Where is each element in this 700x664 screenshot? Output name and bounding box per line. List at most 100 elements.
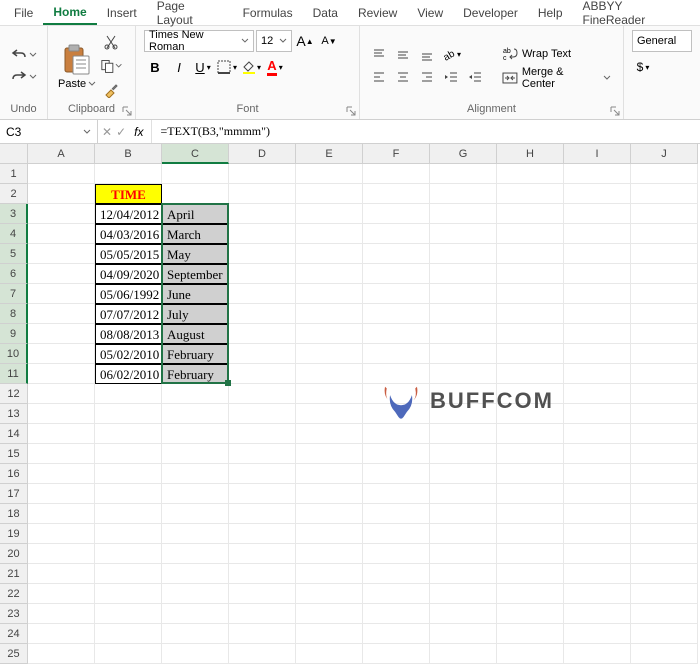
column-header[interactable]: J (631, 144, 698, 164)
cell[interactable] (296, 564, 363, 584)
row-header[interactable]: 3 (0, 204, 28, 224)
cell[interactable] (497, 364, 564, 384)
cell[interactable] (28, 284, 95, 304)
cell[interactable] (296, 164, 363, 184)
cell[interactable] (430, 364, 497, 384)
row-header[interactable]: 11 (0, 364, 28, 384)
cell[interactable] (229, 504, 296, 524)
cell[interactable] (162, 384, 229, 404)
cell[interactable] (564, 304, 631, 324)
bold-button[interactable]: B (144, 56, 166, 78)
cell[interactable] (229, 484, 296, 504)
cell[interactable] (229, 324, 296, 344)
name-box[interactable]: C3 (0, 120, 98, 143)
cell[interactable] (162, 424, 229, 444)
cell[interactable] (95, 464, 162, 484)
font-launcher[interactable] (345, 105, 357, 117)
cell[interactable] (296, 644, 363, 664)
cell[interactable] (296, 624, 363, 644)
cell[interactable] (363, 444, 430, 464)
cell[interactable] (363, 464, 430, 484)
cell[interactable] (95, 644, 162, 664)
cell[interactable] (430, 224, 497, 244)
cell[interactable] (95, 564, 162, 584)
row-header[interactable]: 9 (0, 324, 28, 344)
cell[interactable] (162, 404, 229, 424)
cell[interactable] (28, 304, 95, 324)
cell[interactable] (497, 464, 564, 484)
cell[interactable] (28, 644, 95, 664)
cell[interactable] (497, 184, 564, 204)
row-header[interactable]: 20 (0, 544, 28, 564)
column-header[interactable]: I (564, 144, 631, 164)
cell[interactable] (95, 164, 162, 184)
cell[interactable] (95, 524, 162, 544)
cell[interactable] (95, 404, 162, 424)
align-center-button[interactable] (392, 66, 414, 88)
clipboard-launcher[interactable] (121, 105, 133, 117)
cell[interactable] (296, 524, 363, 544)
row-header[interactable]: 14 (0, 424, 28, 444)
column-header[interactable]: G (430, 144, 497, 164)
cell[interactable] (363, 224, 430, 244)
copy-button[interactable] (100, 55, 122, 77)
menubar-item-view[interactable]: View (407, 2, 453, 24)
cell[interactable] (631, 364, 698, 384)
cell[interactable] (363, 644, 430, 664)
cell[interactable] (229, 384, 296, 404)
row-header[interactable]: 17 (0, 484, 28, 504)
cell[interactable] (296, 484, 363, 504)
cell[interactable] (430, 204, 497, 224)
format-painter-button[interactable] (100, 79, 122, 101)
cell[interactable] (28, 604, 95, 624)
cell[interactable] (430, 484, 497, 504)
cell[interactable] (497, 444, 564, 464)
cell[interactable] (28, 564, 95, 584)
column-header[interactable]: H (497, 144, 564, 164)
cell[interactable] (497, 504, 564, 524)
cell[interactable] (497, 244, 564, 264)
cell[interactable] (631, 264, 698, 284)
align-bottom-button[interactable] (416, 44, 438, 66)
cell[interactable] (162, 184, 229, 204)
cell[interactable] (229, 624, 296, 644)
cell[interactable] (497, 344, 564, 364)
borders-button[interactable]: ▾ (216, 56, 238, 78)
cell[interactable] (28, 384, 95, 404)
cell[interactable] (430, 304, 497, 324)
cell[interactable] (497, 544, 564, 564)
cell[interactable] (162, 484, 229, 504)
cell[interactable]: 05/05/2015 (95, 244, 162, 264)
row-header[interactable]: 16 (0, 464, 28, 484)
cell[interactable] (229, 344, 296, 364)
cell[interactable] (631, 324, 698, 344)
cell[interactable] (564, 504, 631, 524)
align-left-button[interactable] (368, 66, 390, 88)
merge-center-button[interactable]: Merge & Center (498, 67, 615, 89)
row-header[interactable]: 13 (0, 404, 28, 424)
cell[interactable] (229, 544, 296, 564)
redo-button[interactable] (9, 67, 39, 87)
cell[interactable] (28, 264, 95, 284)
row-header[interactable]: 2 (0, 184, 28, 204)
cell[interactable] (631, 584, 698, 604)
cell[interactable] (229, 264, 296, 284)
cell[interactable] (363, 404, 430, 424)
cell[interactable] (363, 544, 430, 564)
cell[interactable] (363, 244, 430, 264)
cell[interactable] (430, 464, 497, 484)
cell[interactable] (28, 224, 95, 244)
cell[interactable]: 04/03/2016 (95, 224, 162, 244)
cell[interactable] (28, 204, 95, 224)
cell[interactable] (497, 324, 564, 344)
cell[interactable] (497, 564, 564, 584)
cell[interactable] (497, 604, 564, 624)
cell[interactable] (229, 224, 296, 244)
cell[interactable] (363, 344, 430, 364)
cell[interactable] (296, 604, 363, 624)
cell[interactable]: May (162, 244, 229, 264)
cell[interactable] (631, 184, 698, 204)
cell[interactable] (497, 624, 564, 644)
cell[interactable] (162, 564, 229, 584)
cell[interactable] (564, 244, 631, 264)
